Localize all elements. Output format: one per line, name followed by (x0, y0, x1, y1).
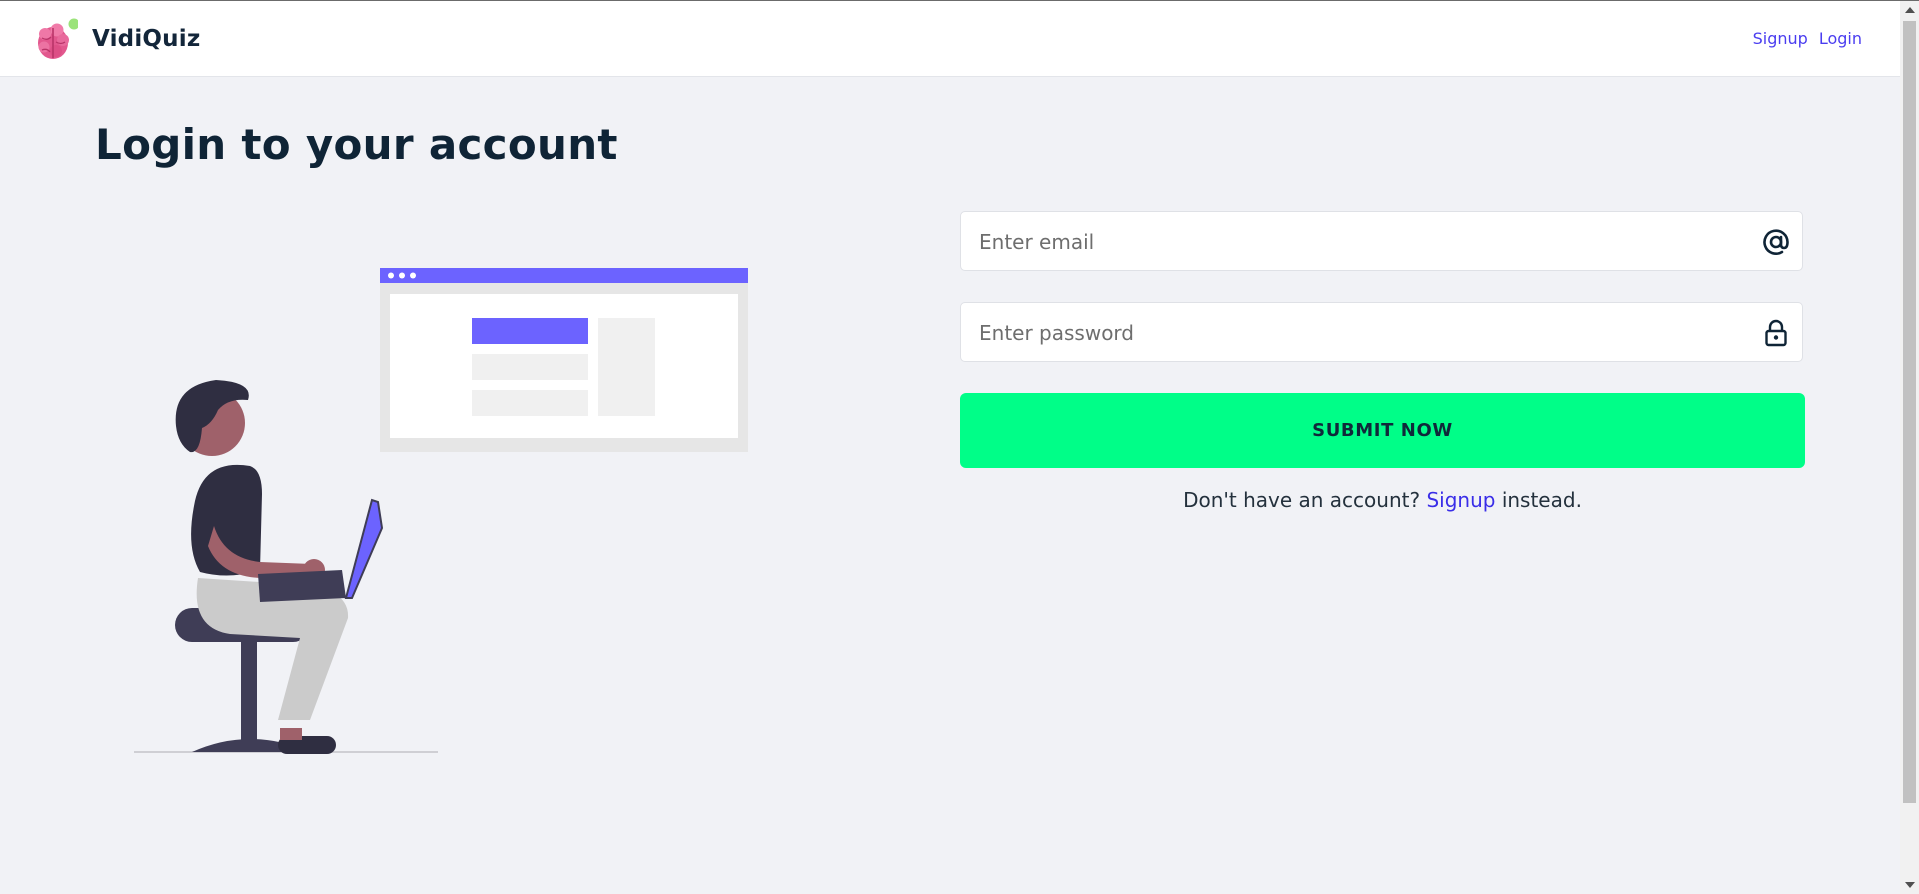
scrollbar-thumb[interactable] (1903, 21, 1916, 803)
vertical-scrollbar[interactable] (1900, 1, 1919, 894)
at-sign-icon (1763, 229, 1789, 255)
person-with-laptop-illustration (134, 268, 748, 754)
email-input[interactable] (977, 212, 1741, 272)
signup-link[interactable]: Signup (1426, 488, 1495, 512)
submit-button[interactable]: SUBMIT NOW (960, 393, 1805, 468)
nav-login-link[interactable]: Login (1819, 29, 1862, 48)
brand-name: VidiQuiz (92, 26, 201, 52)
signup-prompt: Don't have an account? Signup instead. (960, 488, 1805, 512)
brain-icon (38, 18, 78, 59)
password-input[interactable] (977, 303, 1741, 363)
email-field[interactable] (960, 211, 1803, 272)
navbar: VidiQuiz Signup Login (0, 1, 1900, 77)
nav-signup-link[interactable]: Signup (1753, 29, 1808, 48)
brand[interactable]: VidiQuiz (36, 18, 200, 60)
lock-icon (1765, 319, 1787, 347)
password-field[interactable] (960, 302, 1803, 363)
signup-prompt-text: Don't have an account? (1183, 488, 1421, 512)
nav-links: Signup Login (1753, 29, 1862, 48)
scroll-up-arrow-icon[interactable] (1905, 7, 1915, 13)
scroll-down-arrow-icon[interactable] (1905, 882, 1915, 888)
page-title: Login to your account (95, 120, 618, 169)
signup-suffix-text: instead. (1501, 488, 1582, 512)
